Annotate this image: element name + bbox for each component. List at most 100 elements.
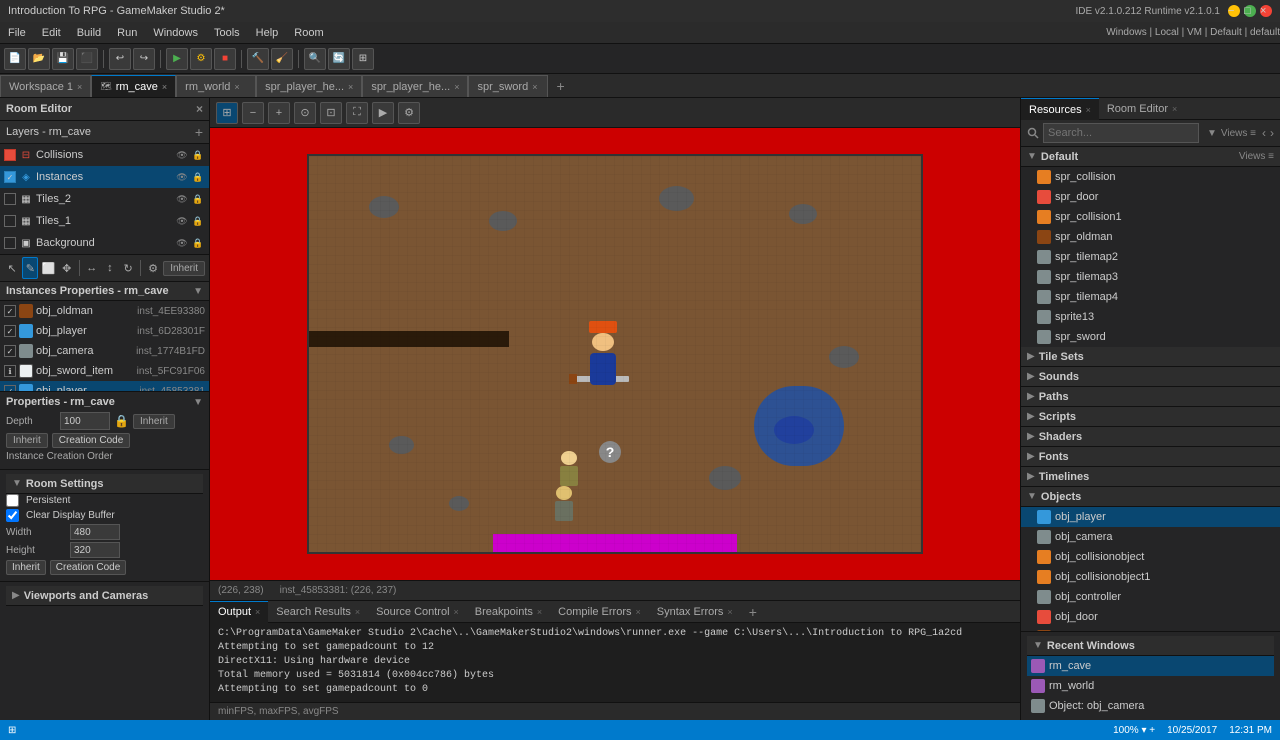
rm-world-tab-close[interactable]: × (234, 82, 239, 92)
inst-oldman-check[interactable]: ✓ (4, 305, 16, 317)
canvas-fullscreen-button[interactable]: ⛶ (346, 102, 368, 124)
res-obj-collisionobject1[interactable]: obj_collisionobject1 (1021, 567, 1280, 587)
erase-tool[interactable]: ⬜ (40, 257, 56, 279)
tab-rm-world[interactable]: rm_world × (176, 75, 256, 97)
output-tab-close[interactable]: × (255, 607, 260, 617)
stop-button[interactable]: ■ (214, 48, 236, 70)
instances-collapse-button[interactable]: ▼ (193, 286, 203, 297)
search-dropdown-icon[interactable]: ▼ (1207, 128, 1217, 139)
views-button[interactable]: Views ≡ (1221, 128, 1256, 139)
tab-spr-player-2[interactable]: spr_player_he... × (362, 75, 468, 97)
canvas-zoom-in-button[interactable]: + (268, 102, 290, 124)
res-spr-collision[interactable]: spr_collision (1021, 167, 1280, 187)
close-button[interactable]: × (1260, 5, 1272, 17)
width-input[interactable] (70, 524, 120, 540)
layer-tiles2[interactable]: ▦ Tiles_2 👁 🔒 (0, 188, 209, 210)
tab-source-control[interactable]: Source Control × (368, 601, 467, 623)
instance-oldman[interactable]: ✓ obj_oldman inst_4EE93380 (0, 301, 209, 321)
settings-tool[interactable]: ⚙ (145, 257, 161, 279)
res-obj-controller[interactable]: obj_controller (1021, 587, 1280, 607)
tab-breakpoints[interactable]: Breakpoints × (467, 601, 550, 623)
add-output-tab-button[interactable]: + (741, 602, 765, 622)
res-spr-door[interactable]: spr_door (1021, 187, 1280, 207)
maximize-button[interactable]: □ (1244, 5, 1256, 17)
save-button[interactable]: 💾 (52, 48, 74, 70)
default-group-header[interactable]: ▼ Default Views ≡ (1021, 147, 1280, 167)
instances-layer-lock[interactable]: 🔒 (191, 170, 205, 184)
menu-tools[interactable]: Tools (206, 25, 248, 41)
res-obj-camera[interactable]: obj_camera (1021, 527, 1280, 547)
search-results-tab-close[interactable]: × (355, 607, 360, 617)
height-input[interactable] (70, 542, 120, 558)
layer-collision-check[interactable] (4, 149, 16, 161)
breakpoints-tab-close[interactable]: × (537, 607, 542, 617)
draw-tool[interactable]: ✎ (22, 257, 38, 279)
recent-windows-header[interactable]: ▼ Recent Windows (1027, 636, 1274, 656)
depth-inherit-button[interactable]: Inherit (133, 414, 175, 429)
timelines-header[interactable]: ▶ Timelines (1021, 467, 1280, 487)
syntax-errors-tab-close[interactable]: × (727, 607, 732, 617)
tab-compile-errors[interactable]: Compile Errors × (550, 601, 649, 623)
res-obj-door[interactable]: obj_door (1021, 607, 1280, 627)
search-button[interactable]: 🔍 (304, 48, 326, 70)
inst-sword-check[interactable]: ℹ (4, 365, 16, 377)
source-control-tab-close[interactable]: × (454, 607, 459, 617)
workspace-tab-close[interactable]: × (77, 82, 82, 92)
inst-camera-check[interactable]: ✓ (4, 345, 16, 357)
layer-instances[interactable]: ✓ ◈ Instances 👁 🔒 (0, 166, 209, 188)
canvas-play-button[interactable]: ▶ (372, 102, 394, 124)
move-tool[interactable]: ✥ (59, 257, 75, 279)
properties-collapse[interactable]: ▼ (193, 397, 203, 408)
spr-player2-tab-close[interactable]: × (454, 82, 459, 92)
select-tool[interactable]: ↖ (4, 257, 20, 279)
layer-collisions[interactable]: ⊟ Collisions 👁 🔒 (0, 144, 209, 166)
instance-camera[interactable]: ✓ obj_camera inst_1774B1FD (0, 341, 209, 361)
inherit-instances-button[interactable]: Inherit (163, 261, 205, 276)
grid-button[interactable]: ⊞ (352, 48, 374, 70)
new-button[interactable]: 📄 (4, 48, 26, 70)
tab-workspace1[interactable]: Workspace 1 × (0, 75, 91, 97)
undo-button[interactable]: ↩ (109, 48, 131, 70)
room-editor-close[interactable]: × (196, 102, 203, 116)
replace-button[interactable]: 🔄 (328, 48, 350, 70)
depth-input[interactable] (60, 412, 110, 430)
canvas-grid-button[interactable]: ⊞ (216, 102, 238, 124)
instance-player2[interactable]: ✓ obj_player inst_45853381 (0, 381, 209, 391)
tiles2-layer-eye[interactable]: 👁 (175, 192, 189, 206)
tab-spr-player-1[interactable]: spr_player_he... × (256, 75, 362, 97)
instance-player1[interactable]: ✓ obj_player inst_6D28301F (0, 321, 209, 341)
canvas-settings-button[interactable]: ⚙ (398, 102, 420, 124)
layer-tiles2-check[interactable] (4, 193, 16, 205)
layer-tiles1-check[interactable] (4, 215, 16, 227)
res-obj-player[interactable]: obj_player (1021, 507, 1280, 527)
flip-h-tool[interactable]: ↔ (84, 257, 100, 279)
minimize-button[interactable]: − (1228, 5, 1240, 17)
debug-button[interactable]: ⚙ (190, 48, 212, 70)
canvas-fit-button[interactable]: ⊡ (320, 102, 342, 124)
menu-room[interactable]: Room (286, 25, 331, 41)
resources-tab-close[interactable]: × (1086, 105, 1091, 115)
flip-v-tool[interactable]: ↕ (102, 257, 118, 279)
canvas-area[interactable]: ? (210, 128, 1020, 580)
clear-display-checkbox[interactable] (6, 509, 19, 522)
menu-windows[interactable]: Windows (145, 25, 206, 41)
res-obj-collisionobject[interactable]: obj_collisionobject (1021, 547, 1280, 567)
menu-edit[interactable]: Edit (34, 25, 69, 41)
tab-syntax-errors[interactable]: Syntax Errors × (649, 601, 741, 623)
res-spr-tilemap4[interactable]: spr_tilemap4 (1021, 287, 1280, 307)
creation-code-button[interactable]: Creation Code (52, 433, 130, 448)
spr-player1-tab-close[interactable]: × (348, 82, 353, 92)
paths-header[interactable]: ▶ Paths (1021, 387, 1280, 407)
instance-sword[interactable]: ℹ obj_sword_item inst_5FC91F06 (0, 361, 209, 381)
persistent-checkbox[interactable] (6, 494, 19, 507)
bg-layer-lock[interactable]: 🔒 (191, 236, 205, 250)
res-sprite13[interactable]: sprite13 (1021, 307, 1280, 327)
canvas-zoom-out-button[interactable]: − (242, 102, 264, 124)
res-spr-sword[interactable]: spr_sword (1021, 327, 1280, 347)
next-result-button[interactable]: › (1270, 126, 1274, 140)
shaders-header[interactable]: ▶ Shaders (1021, 427, 1280, 447)
room-inherit-button[interactable]: Inherit (6, 560, 46, 575)
output-content[interactable]: C:\ProgramData\GameMaker Studio 2\Cache\… (210, 623, 1020, 702)
bg-layer-eye[interactable]: 👁 (175, 236, 189, 250)
inst-player1-check[interactable]: ✓ (4, 325, 16, 337)
